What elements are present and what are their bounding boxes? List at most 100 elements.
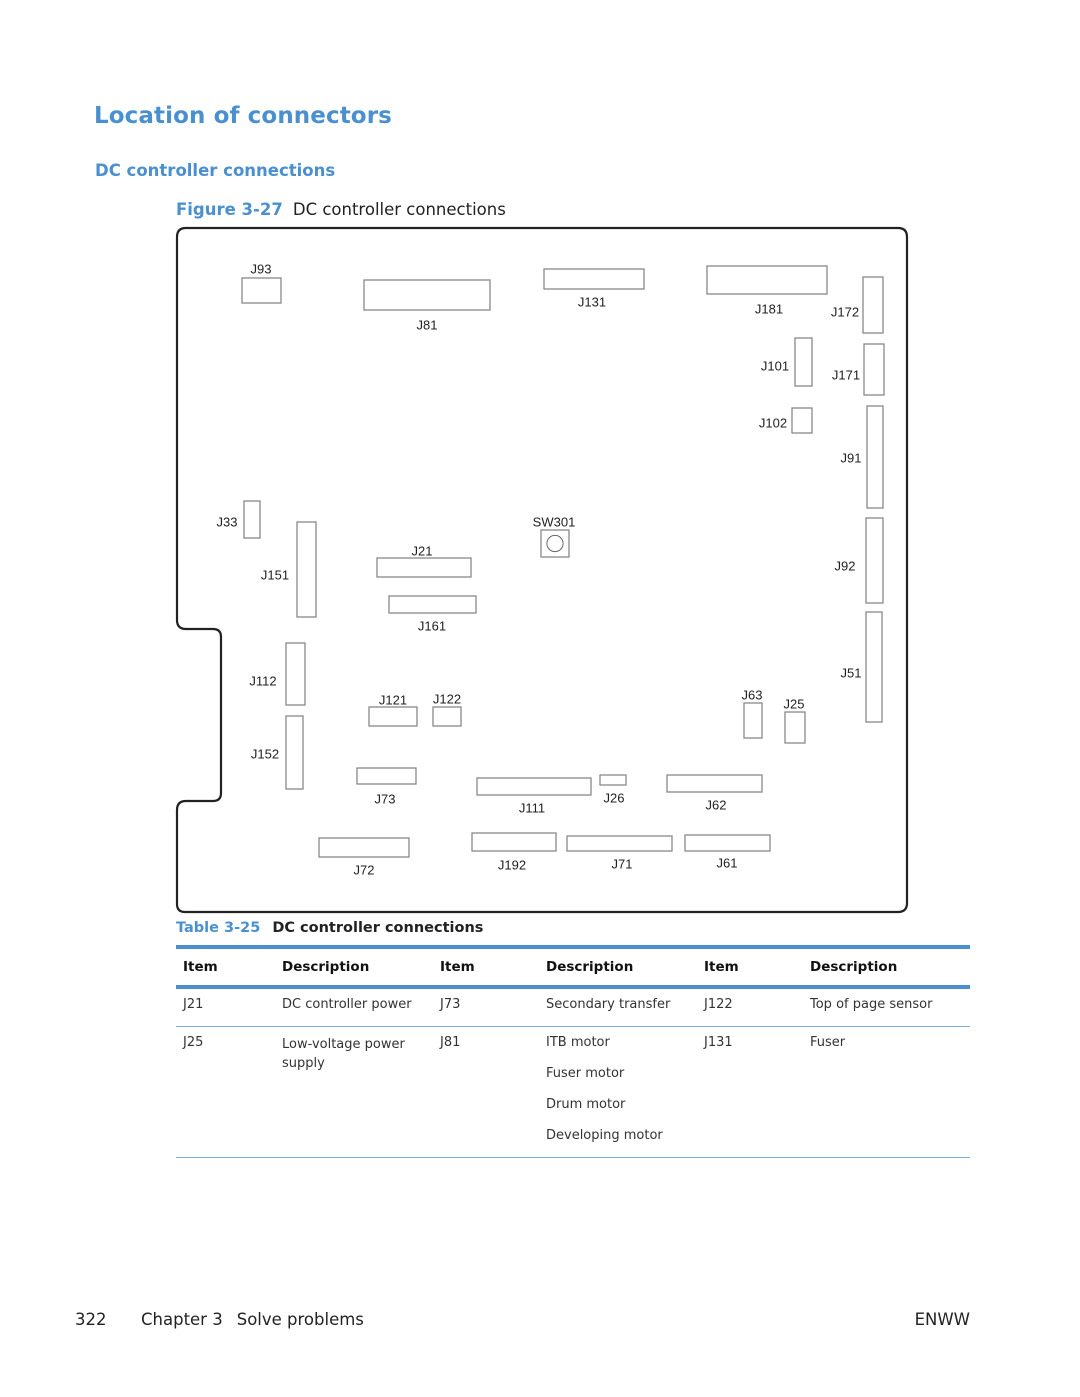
connector-label: J151 [261,567,289,582]
connector-box [566,835,673,852]
connector-label: J122 [433,691,461,706]
cell-item: J21 [183,997,204,1012]
page-number: 322 [75,1310,107,1329]
connector-box [599,774,627,786]
connector-box [368,706,418,727]
header-item-1: Item [183,959,218,975]
cell-description: Top of page sensor [810,997,933,1012]
connector-label: J63 [742,687,763,702]
connector-label: J112 [249,673,276,688]
connector-j101: J101 [761,337,813,387]
connector-label: J25 [784,696,805,711]
switch-button-icon [546,534,564,553]
connector-box [743,702,763,739]
header-description-3: Description [810,959,898,975]
connector-j171: J171 [832,343,885,396]
cell-description: Fuser [810,1035,846,1050]
connector-j192: J192 [471,832,557,872]
cell-description: DC controller power [282,997,412,1012]
connector-label: J72 [354,862,375,877]
cell-item: J81 [440,1035,461,1050]
dc-controller-diagram: J93 J81 J131 J181 J172 J101 J171 J102 J91 J33 J151… [175,226,909,914]
cell-item: J73 [440,997,461,1012]
header-description-2: Description [546,959,634,975]
connector-box [363,279,491,311]
connector-j51: J51 [841,611,883,723]
connector-j81: J81 [363,279,491,332]
connector-label: J51 [841,665,862,680]
connector-box [666,774,763,793]
connector-label: J92 [835,558,856,573]
connector-j121: J121 [368,692,418,727]
table-title: DC controller connections [272,920,484,936]
connector-label: J192 [498,857,526,872]
connector-box [285,642,306,706]
connector-box [543,268,645,290]
table-header-row: Item Description Item Description Item D… [176,949,970,985]
cell-description: Secondary transfer [546,997,671,1012]
connector-label: J61 [717,855,738,870]
table-number: Table 3-25 [176,920,261,936]
connector-label: J172 [831,304,859,319]
connector-j181: J181 [706,265,828,316]
connector-j91: J91 [841,405,884,509]
connector-j71: J71 [566,835,673,871]
connector-box [376,557,472,578]
connector-label: J33 [217,514,238,529]
table-caption: Table 3-25 DC controller connections [176,920,483,936]
connector-j63: J63 [742,687,763,739]
connector-box [318,837,410,858]
connector-box [432,706,462,727]
cell-description-list: ITB motor Fuser motor Drum motor Develop… [546,1035,704,1143]
chapter-label: Chapter 3 [141,1310,223,1329]
connector-j131: J131 [543,268,645,309]
connector-box [866,405,884,509]
connector-label: J81 [417,317,438,332]
connector-box [243,500,261,539]
connector-j33: J33 [217,500,261,539]
connector-j92: J92 [835,517,884,604]
connector-label: J121 [379,692,407,707]
connector-label: J171 [832,367,860,382]
cell-item: J131 [704,1035,733,1050]
connector-label: J91 [841,450,862,465]
connector-label: J152 [251,746,279,761]
connector-j112: J112 [249,642,306,706]
connector-label: J21 [412,543,433,558]
cell-description-line: ITB motor [546,1035,610,1050]
cell-description: Low-voltage power supply [282,1037,405,1071]
connector-label: J101 [761,358,789,373]
connector-label: J26 [604,790,625,805]
section-label: Solve problems [236,1310,364,1329]
connector-label: J62 [706,797,727,812]
connector-box [296,521,317,618]
connector-j93: J93 [241,261,282,304]
connector-j26: J26 [599,774,627,805]
connector-j21: J21 [376,543,472,578]
connector-box [684,834,771,852]
connector-label: SW301 [533,514,576,529]
connector-box [241,277,282,304]
connector-j172: J172 [831,276,884,334]
connector-j62: J62 [666,774,763,812]
header-item-2: Item [440,959,475,975]
connector-label: J93 [251,261,272,276]
cell-item: J25 [183,1035,204,1050]
connector-label: J131 [578,294,606,309]
connector-box [862,276,884,334]
connector-j122: J122 [432,691,462,727]
connector-box [471,832,557,852]
connector-j102: J102 [759,407,813,434]
connector-box [476,777,592,796]
connector-box [791,407,813,434]
connector-label: J111 [519,800,545,815]
connector-box [794,337,813,387]
header-description-1: Description [282,959,370,975]
connectors-layer: J93 J81 J131 J181 J172 J101 J171 J102 J91 J33 J151… [217,261,885,877]
connector-box [706,265,828,295]
connector-j73: J73 [356,767,417,806]
cell-description-line: Developing motor [546,1128,663,1143]
cell-description-line: Fuser motor [546,1066,625,1081]
cell-description-line: Drum motor [546,1097,626,1112]
connector-j151: J151 [261,521,317,618]
